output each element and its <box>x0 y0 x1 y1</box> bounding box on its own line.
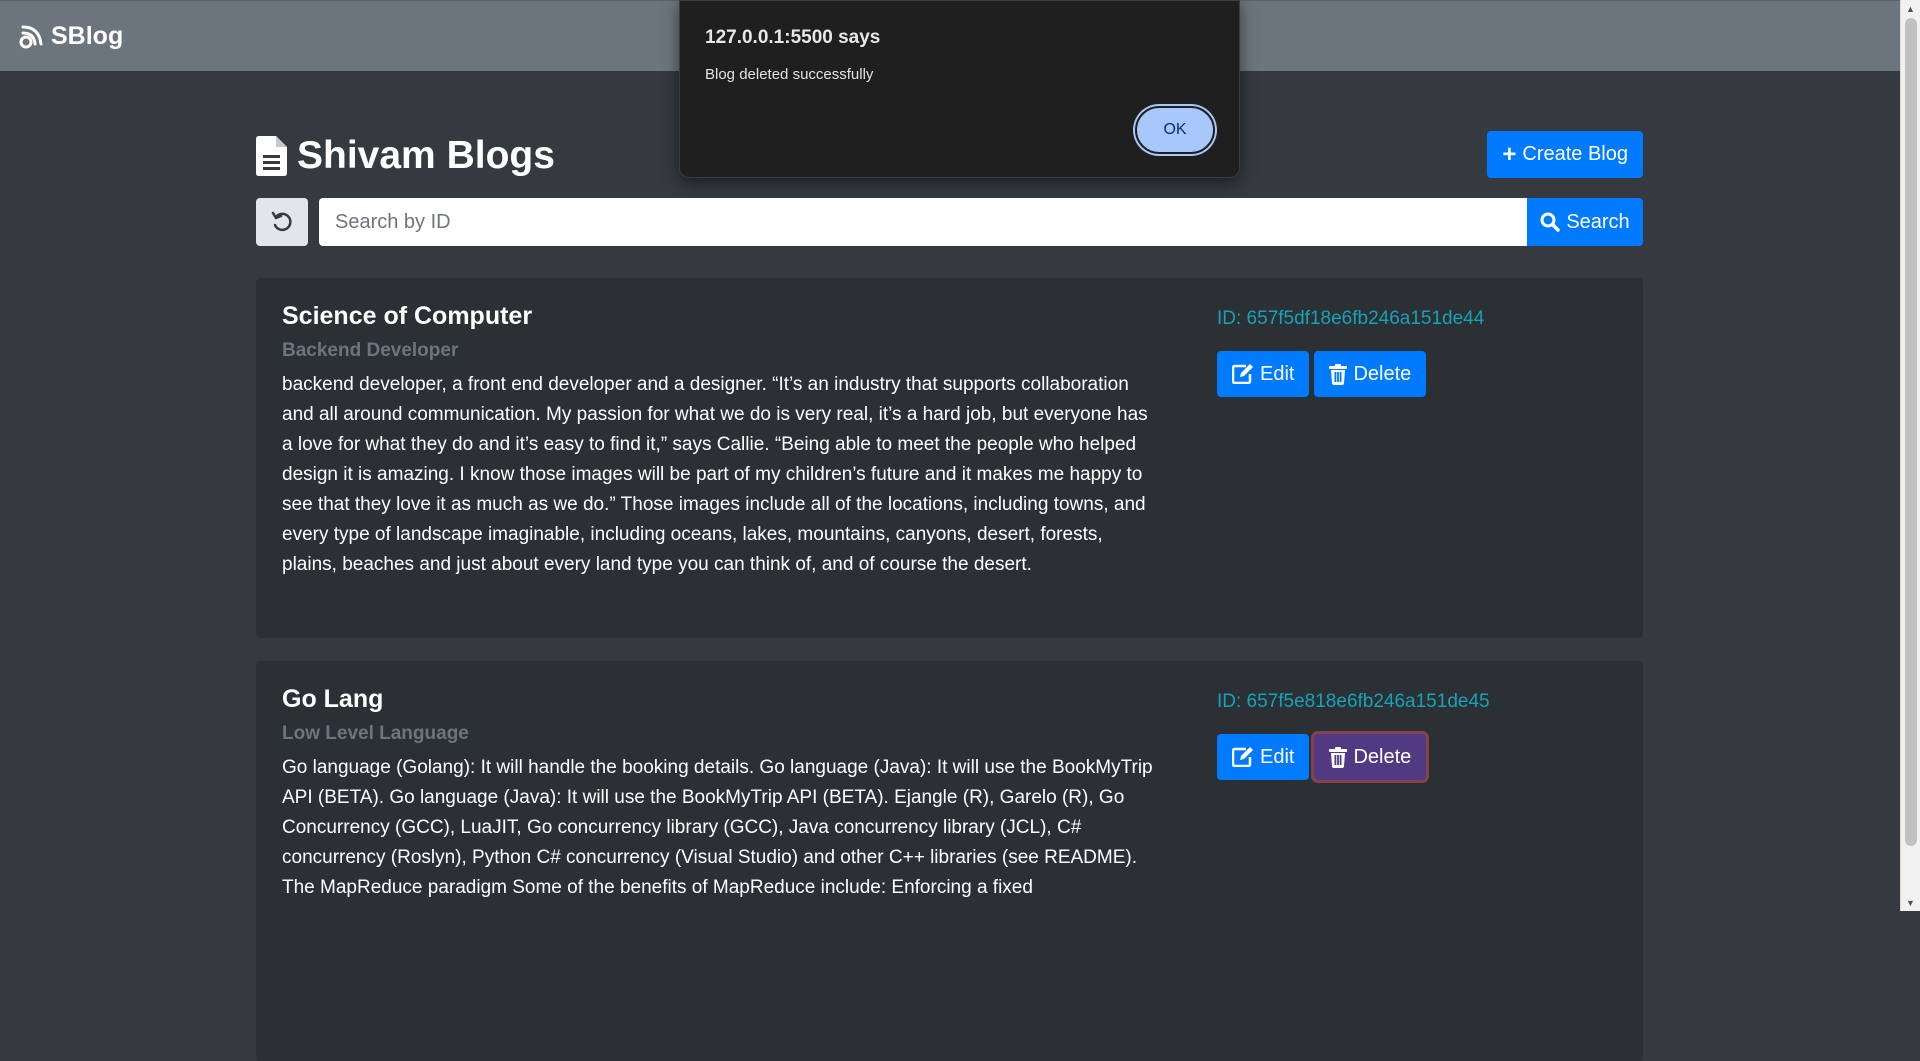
trash-icon <box>1329 746 1348 768</box>
edit-button[interactable]: Edit <box>1217 734 1310 780</box>
edit-icon <box>1232 747 1253 767</box>
delete-button[interactable]: Delete <box>1314 351 1427 397</box>
blog-card-side: ID: 657f5df18e6fb246a151de44 Edit Delete <box>1217 308 1484 397</box>
document-icon <box>256 136 287 176</box>
scrollbar-thumb[interactable] <box>1905 18 1917 846</box>
blog-card-side: ID: 657f5e818e6fb246a151de45 Edit Delete <box>1217 691 1490 780</box>
blog-title: Go Lang <box>282 685 384 713</box>
alert-dialog: 127.0.0.1:5500 says Blog deleted success… <box>679 0 1240 178</box>
blog-subtitle: Backend Developer <box>282 340 459 361</box>
brand-link[interactable]: SBlog <box>19 22 123 51</box>
blog-card: Go Lang Low Level Language Go language (… <box>256 661 1643 1061</box>
blog-id: ID: 657f5e818e6fb246a151de45 <box>1217 691 1490 712</box>
blog-card-body: Science of Computer Backend Developer ba… <box>282 302 1162 580</box>
undo-icon <box>271 211 292 232</box>
search-bar: Search <box>256 198 1643 246</box>
blog-card: Science of Computer Backend Developer ba… <box>256 278 1643 638</box>
page-title-text: Shivam Blogs <box>297 134 555 177</box>
plus-icon: + <box>1502 140 1517 168</box>
delete-label: Delete <box>1353 745 1412 768</box>
blog-actions: Edit Delete <box>1217 734 1490 780</box>
blog-id: ID: 657f5df18e6fb246a151de44 <box>1217 308 1485 329</box>
search-icon <box>1540 212 1561 232</box>
scroll-up-arrow-icon[interactable]: ▲ <box>1901 0 1920 17</box>
edit-button[interactable]: Edit <box>1217 351 1310 397</box>
search-button-label: Search <box>1566 210 1630 233</box>
blog-body: backend developer, a front end developer… <box>282 374 1148 575</box>
vertical-scrollbar[interactable]: ▲ ▼ <box>1900 0 1920 911</box>
blog-subtitle: Low Level Language <box>282 723 469 744</box>
page-title: Shivam Blogs <box>256 134 555 178</box>
dialog-message: Blog deleted successfully <box>705 66 874 83</box>
dialog-ok-button[interactable]: OK <box>1135 106 1215 154</box>
blog-body: Go language (Golang): It will handle the… <box>282 757 1153 898</box>
dialog-title: 127.0.0.1:5500 says <box>705 27 881 48</box>
scroll-down-arrow-icon[interactable]: ▼ <box>1901 894 1920 911</box>
edit-label: Edit <box>1260 362 1295 385</box>
trash-icon <box>1329 363 1348 385</box>
blog-logo-icon <box>19 25 43 49</box>
delete-label: Delete <box>1353 362 1412 385</box>
blog-card-body: Go Lang Low Level Language Go language (… <box>282 685 1162 903</box>
delete-button[interactable]: Delete <box>1314 734 1427 780</box>
blog-actions: Edit Delete <box>1217 351 1484 397</box>
blog-title: Science of Computer <box>282 302 533 330</box>
edit-icon <box>1232 364 1253 384</box>
create-blog-label: Create Blog <box>1522 143 1628 165</box>
brand-text: SBlog <box>51 21 124 50</box>
reset-button[interactable] <box>256 198 308 246</box>
search-input[interactable] <box>319 198 1527 246</box>
create-blog-button[interactable]: + Create Blog <box>1487 131 1643 178</box>
edit-label: Edit <box>1260 745 1295 768</box>
search-button[interactable]: Search <box>1527 198 1643 246</box>
